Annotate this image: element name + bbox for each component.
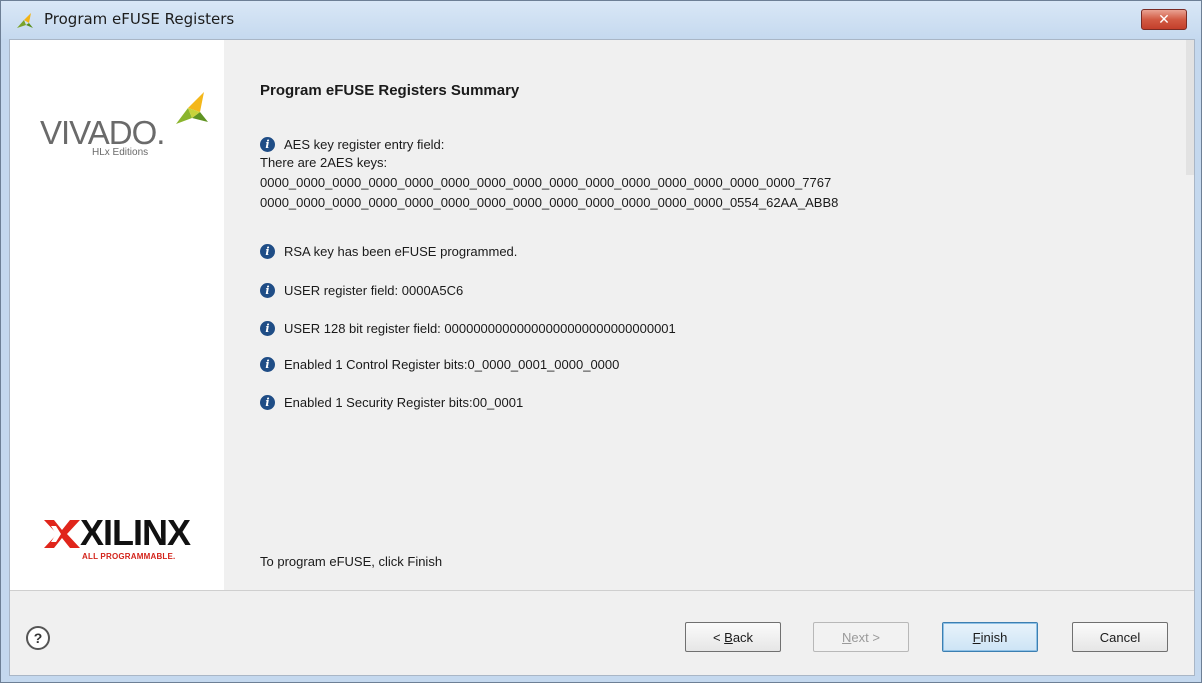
info-icon: i [260, 283, 275, 298]
info-icon: i [260, 244, 275, 259]
back-button[interactable]: < Back [685, 622, 781, 652]
vivado-logo: VIVADO. HLx Editions [40, 84, 210, 158]
xilinx-logo-tagline: ALL PROGRAMMABLE. [82, 552, 176, 561]
info-message-text: Enabled 1 Control Register bits:0_0000_0… [284, 357, 620, 372]
back-button-label: ack [732, 629, 754, 645]
info-icon: i [260, 395, 275, 410]
info-icon: i [260, 357, 275, 372]
aes-heading: AES key register entry field: [284, 137, 445, 152]
xilinx-logo-text: XILINX [80, 512, 191, 553]
finish-button[interactable]: Finish [942, 622, 1038, 652]
vivado-leaf-mark-icon [176, 92, 208, 124]
info-message-text: RSA key has been eFUSE programmed. [284, 244, 518, 259]
aes-message: i AES key register entry field: [260, 137, 444, 152]
info-message: i USER 128 bit register field: 000000000… [260, 321, 676, 336]
vivado-leaf-icon [17, 13, 33, 28]
dialog-window: Program eFUSE Registers ✕ VIVADO. HLx Ed… [0, 0, 1202, 683]
finish-button-label: inish [980, 629, 1008, 645]
info-message: i RSA key has been eFUSE programmed. [260, 244, 517, 259]
vivado-logo-subtext: HLx Editions [92, 147, 149, 158]
close-icon: ✕ [1158, 11, 1170, 28]
xilinx-x-mark-icon [44, 520, 80, 548]
back-button-hotkey: B [724, 629, 733, 645]
aes-key-line: 0000_0000_0000_0000_0000_0000_0000_0000_… [260, 175, 832, 190]
info-icon: i [260, 137, 275, 152]
info-message-text: Enabled 1 Security Register bits:00_0001 [284, 395, 524, 410]
next-button[interactable]: Next > [813, 622, 909, 652]
dialog-client-area: VIVADO. HLx Editions XILINX ALL PROGRAMM… [9, 39, 1195, 676]
next-button-label: ext > [851, 629, 880, 645]
help-button[interactable]: ? [26, 626, 50, 650]
title-bar[interactable]: Program eFUSE Registers ✕ [1, 1, 1201, 39]
cancel-button[interactable]: Cancel [1072, 622, 1168, 652]
aes-key-line: 0000_0000_0000_0000_0000_0000_0000_0000_… [260, 195, 839, 210]
footer-divider [10, 590, 1194, 591]
next-button-hotkey: N [842, 629, 852, 645]
info-message-text: USER register field: 0000A5C6 [284, 283, 464, 298]
aes-count-line: There are 2AES keys: [260, 155, 388, 170]
xilinx-logo: XILINX ALL PROGRAMMABLE. [42, 512, 202, 572]
info-message: i Enabled 1 Security Register bits:00_00… [260, 395, 523, 410]
help-question-icon: ? [33, 630, 43, 646]
close-button[interactable]: ✕ [1141, 9, 1187, 30]
footer-instruction: To program eFUSE, click Finish [260, 554, 443, 569]
scrollbar[interactable] [1186, 40, 1194, 175]
page-title: Program eFUSE Registers Summary [260, 82, 520, 99]
info-message: i USER register field: 0000A5C6 [260, 283, 463, 298]
info-icon: i [260, 321, 275, 336]
window-title: Program eFUSE Registers [44, 10, 235, 28]
finish-button-hotkey: F [972, 629, 981, 645]
back-button-prefix: < [712, 629, 725, 645]
info-message-text: USER 128 bit register field: 00000000000… [284, 321, 676, 336]
summary-panel: Program eFUSE Registers Summary i AES ke… [224, 40, 1194, 590]
info-message: i Enabled 1 Control Register bits:0_0000… [260, 357, 619, 372]
branding-sidebar: VIVADO. HLx Editions XILINX ALL PROGRAMM… [10, 40, 224, 590]
